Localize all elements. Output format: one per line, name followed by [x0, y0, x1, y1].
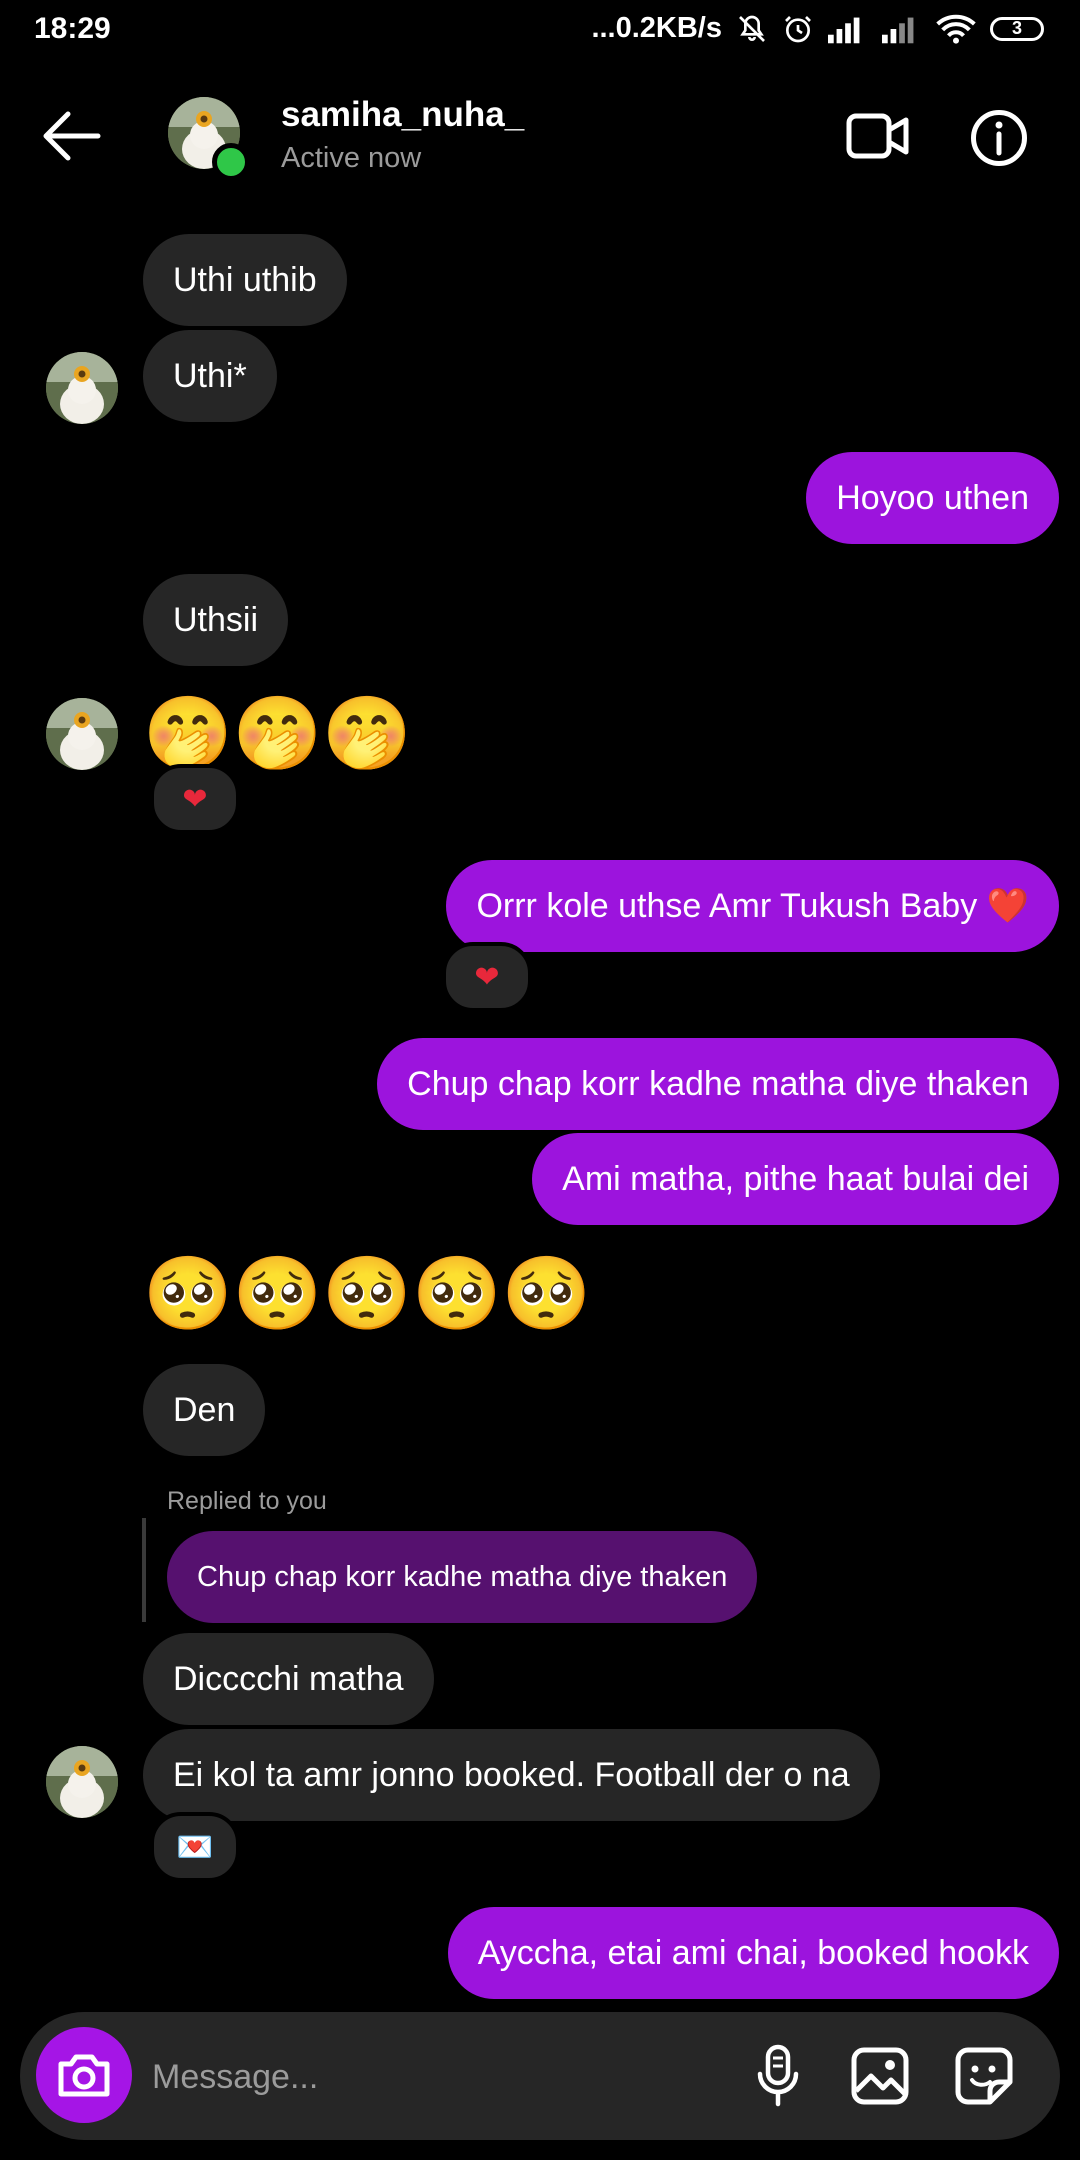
- message-outgoing[interactable]: Orrr kole uthse Amr Tukush Baby ❤️: [446, 860, 1059, 952]
- signal-icon: [882, 17, 914, 43]
- header-username[interactable]: samiha_nuha_: [281, 95, 524, 135]
- video-call-icon[interactable]: [846, 110, 910, 162]
- avatar-image: [46, 1746, 118, 1818]
- message-incoming[interactable]: Uthsii: [143, 574, 289, 666]
- mute-icon: [739, 15, 765, 42]
- message-outgoing[interactable]: Hoyoo uthen: [806, 452, 1059, 544]
- message-incoming[interactable]: Ei kol ta amr jonno booked. Football der…: [143, 1729, 880, 1821]
- message-outgoing[interactable]: Ami matha, pithe haat bulai dei: [532, 1133, 1059, 1225]
- reply-quote[interactable]: Chup chap korr kadhe matha diye thaken: [167, 1531, 758, 1623]
- battery-level: 3: [1011, 18, 1022, 38]
- message-incoming[interactable]: Uthi*: [143, 330, 277, 422]
- message-outgoing[interactable]: Ayccha, etai ami chai, booked hookk: [447, 1907, 1059, 1999]
- replied-label: Replied to you: [167, 1487, 327, 1515]
- avatar-image: [46, 698, 118, 770]
- message-reaction[interactable]: ❤: [150, 764, 240, 834]
- message-outgoing[interactable]: Chup chap korr kadhe matha diye thaken: [377, 1038, 1059, 1130]
- message-incoming[interactable]: Den: [143, 1364, 266, 1456]
- microphone-icon: [757, 2044, 799, 2107]
- reply-divider: [142, 1518, 146, 1622]
- gallery-icon: [851, 2047, 909, 2105]
- camera-button[interactable]: [36, 2027, 132, 2123]
- signal-icon: [828, 17, 860, 43]
- wifi-icon: [936, 14, 976, 44]
- info-icon[interactable]: [970, 109, 1028, 167]
- gallery-button[interactable]: [848, 2044, 912, 2108]
- back-arrow-icon[interactable]: [40, 110, 102, 162]
- alarm-icon: [785, 15, 811, 42]
- camera-icon: [58, 2054, 110, 2097]
- emoji-message[interactable]: 🥺🥺🥺🥺🥺: [143, 1258, 591, 1330]
- emoji-message[interactable]: 🤭🤭🤭: [143, 698, 412, 770]
- battery-icon: 3: [990, 16, 1044, 41]
- online-indicator: [212, 143, 250, 181]
- sticker-button[interactable]: [952, 2044, 1016, 2108]
- avatar-image: [46, 352, 118, 424]
- network-speed: ...0.2KB/s: [591, 12, 722, 44]
- message-input[interactable]: [150, 2046, 714, 2108]
- sticker-icon: [955, 2047, 1013, 2105]
- sender-avatar[interactable]: [46, 352, 118, 424]
- sender-avatar[interactable]: [46, 698, 118, 770]
- message-incoming[interactable]: Uthi uthib: [143, 234, 347, 326]
- sender-avatar[interactable]: [46, 1746, 118, 1818]
- status-time: 18:29: [34, 12, 111, 45]
- status-icons: ...0.2KB/s 3: [591, 12, 1044, 45]
- message-reaction[interactable]: 💌: [150, 1812, 240, 1882]
- message-reaction[interactable]: ❤: [442, 942, 532, 1012]
- microphone-button[interactable]: [748, 2036, 808, 2116]
- message-incoming[interactable]: Dicccchi matha: [143, 1633, 434, 1725]
- header-presence: Active now: [281, 142, 422, 174]
